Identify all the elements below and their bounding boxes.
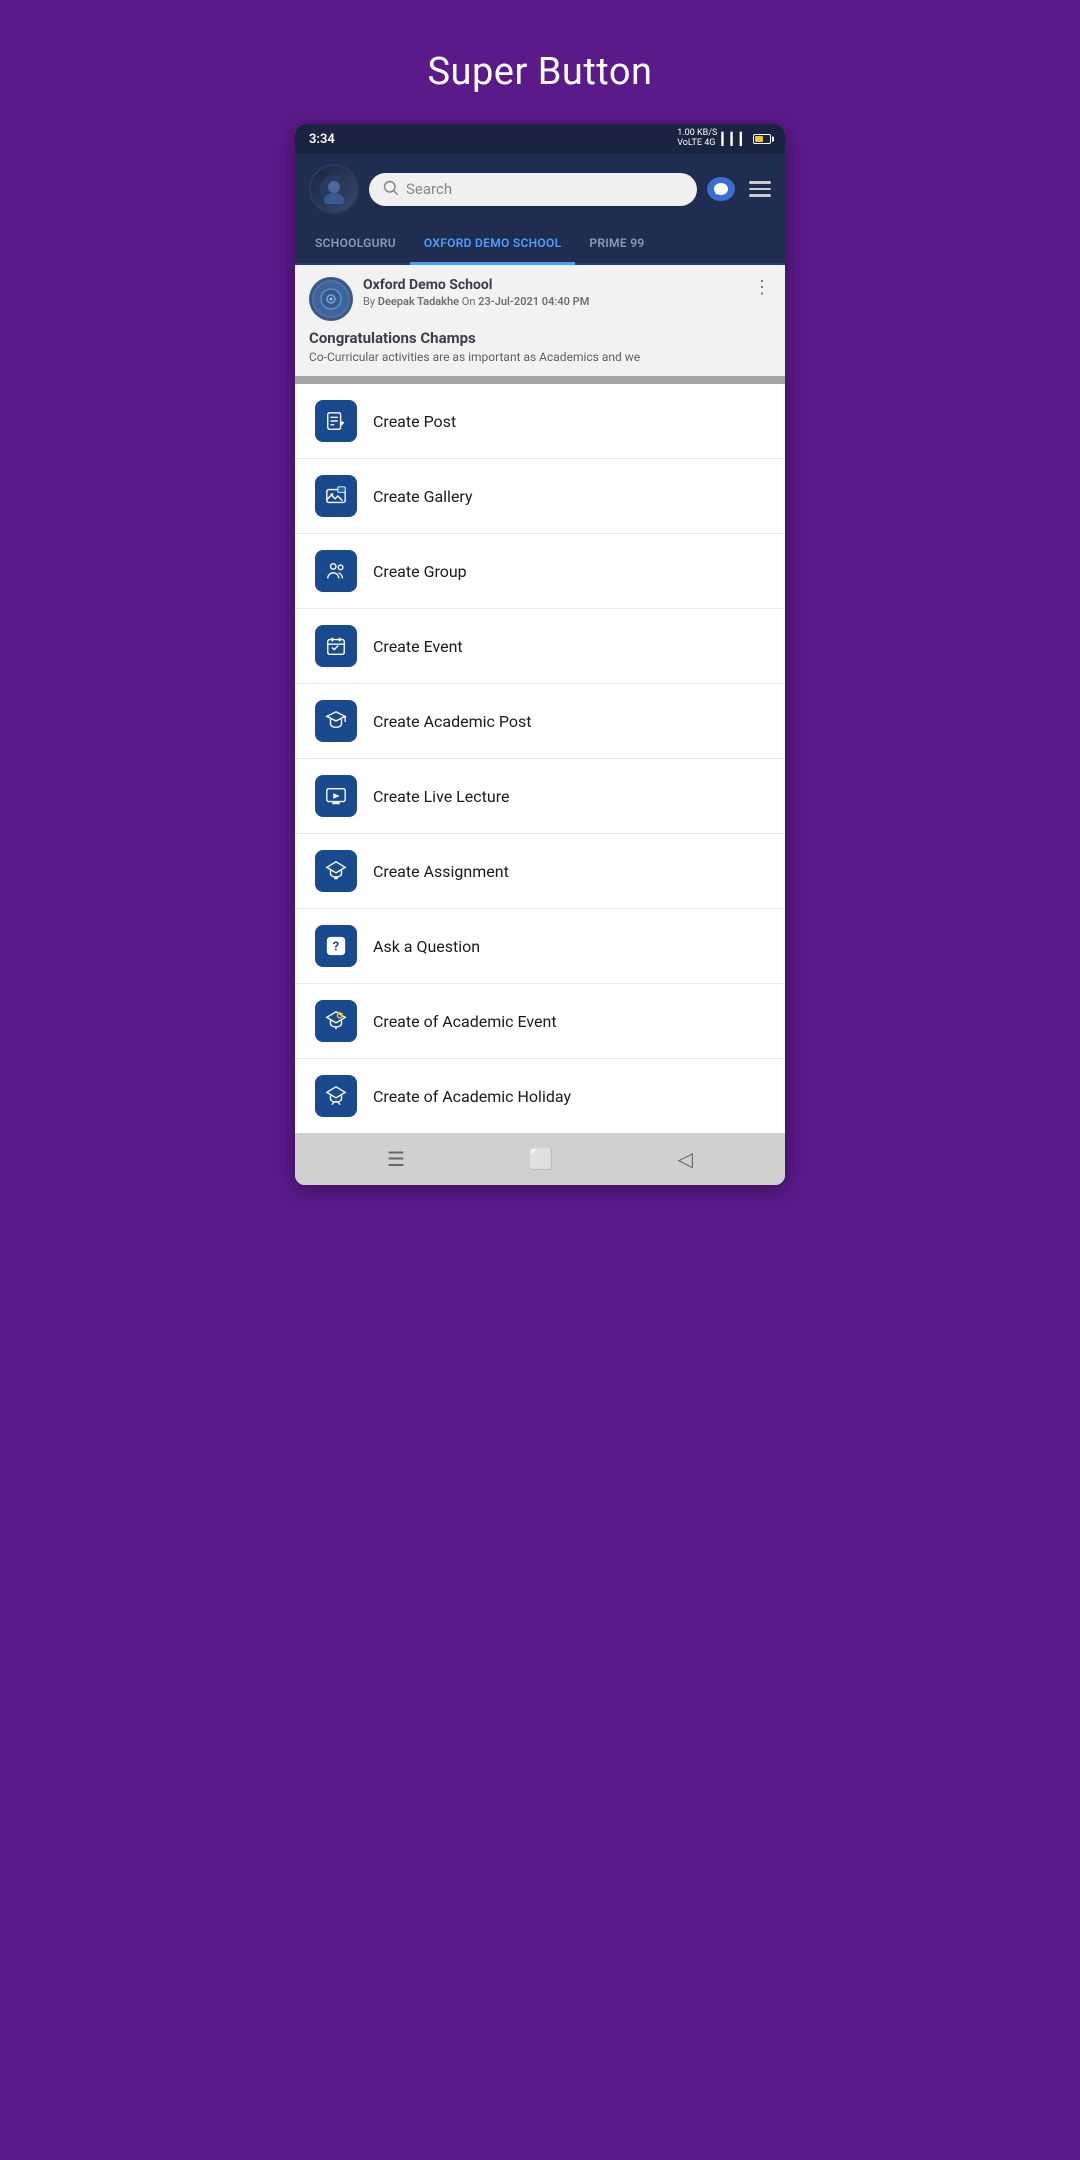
status-right: 1.00 KB/S VoLTE 4G ▎▎▎ (677, 129, 771, 149)
super-button-menu: Create Post Create Gallery Create Group Cre… (295, 384, 785, 1133)
menu-icon-create-gallery (315, 475, 357, 517)
menu-item-create-post[interactable]: Create Post (295, 384, 785, 459)
app-header: Search (295, 154, 785, 224)
menu-label-create-event: Create Event (373, 637, 463, 656)
menu-icon-create-group (315, 550, 357, 592)
status-time: 3:34 (309, 132, 335, 147)
menu-label-create-academic-post: Create Academic Post (373, 712, 531, 731)
menu-label-create-academic-event: Create of Academic Event (373, 1012, 557, 1031)
bottom-nav-back-button[interactable]: ◁ (678, 1147, 693, 1171)
menu-icon-create-academic-post (315, 700, 357, 742)
battery-icon (753, 134, 771, 144)
menu-label-create-live-lecture: Create Live Lecture (373, 787, 509, 806)
tab-oxford-demo-school[interactable]: OXFORD DEMO SCHOOL (410, 224, 575, 265)
menu-icon-create-academic-holiday (315, 1075, 357, 1117)
bottom-nav-home-button[interactable]: ⬜ (529, 1147, 554, 1171)
search-bar[interactable]: Search (369, 173, 697, 206)
status-speed: 1.00 KB/S VoLTE 4G (677, 129, 717, 149)
post-card: Oxford Demo School By Deepak Tadakhe On … (295, 265, 785, 376)
menu-label-create-gallery: Create Gallery (373, 487, 473, 506)
avatar-image (311, 166, 357, 212)
signal-bars-icon: ▎▎▎ (721, 132, 749, 146)
post-title: Congratulations Champs (309, 329, 771, 347)
school-avatar (309, 277, 353, 321)
menu-item-create-assignment[interactable]: Create Assignment (295, 834, 785, 909)
menu-label-create-assignment: Create Assignment (373, 862, 509, 881)
search-placeholder: Search (406, 180, 452, 198)
menu-item-create-live-lecture[interactable]: Create Live Lecture (295, 759, 785, 834)
page-title: Super Button (427, 50, 652, 94)
tab-row: SCHOOLGURU OXFORD DEMO SCHOOL PRIME 99 (295, 224, 785, 265)
header-actions (707, 177, 771, 201)
chat-icon[interactable] (707, 177, 735, 201)
phone-frame: 3:34 1.00 KB/S VoLTE 4G ▎▎▎ (295, 124, 785, 1185)
post-school-name: Oxford Demo School (363, 277, 743, 293)
menu-icon-create-academic-event (315, 1000, 357, 1042)
menu-item-create-gallery[interactable]: Create Gallery (295, 459, 785, 534)
post-meta: By Deepak Tadakhe On 23-Jul-2021 04:40 P… (363, 295, 743, 308)
menu-item-create-academic-holiday[interactable]: Create of Academic Holiday (295, 1059, 785, 1133)
overlay-background (295, 376, 785, 384)
school-logo (312, 280, 350, 318)
battery-fill (755, 136, 763, 142)
menu-item-ask-question[interactable]: ? Ask a Question (295, 909, 785, 984)
bottom-nav-menu-button[interactable]: ☰ (387, 1147, 405, 1171)
menu-label-ask-question: Ask a Question (373, 937, 480, 956)
menu-icon-ask-question: ? (315, 925, 357, 967)
menu-item-create-academic-post[interactable]: Create Academic Post (295, 684, 785, 759)
menu-label-create-post: Create Post (373, 412, 456, 431)
outer-container: Super Button 3:34 1.00 KB/S VoLTE 4G ▎▎▎ (270, 20, 810, 1185)
menu-item-create-event[interactable]: Create Event (295, 609, 785, 684)
menu-label-create-academic-holiday: Create of Academic Holiday (373, 1087, 571, 1106)
menu-label-create-group: Create Group (373, 562, 467, 581)
menu-icon-create-event (315, 625, 357, 667)
avatar[interactable] (309, 164, 359, 214)
menu-icon-create-post (315, 400, 357, 442)
post-excerpt: Co-Curricular activities are as importan… (309, 350, 771, 364)
menu-icon-create-assignment (315, 850, 357, 892)
menu-item-create-group[interactable]: Create Group (295, 534, 785, 609)
menu-icon-create-live-lecture (315, 775, 357, 817)
menu-item-create-academic-event[interactable]: Create of Academic Event (295, 984, 785, 1059)
post-options-button[interactable]: ⋮ (753, 277, 771, 298)
bottom-nav: ☰ ⬜ ◁ (295, 1133, 785, 1185)
status-bar: 3:34 1.00 KB/S VoLTE 4G ▎▎▎ (295, 124, 785, 154)
tab-schoolguru[interactable]: SCHOOLGURU (301, 224, 410, 263)
post-header: Oxford Demo School By Deepak Tadakhe On … (309, 277, 771, 321)
search-icon (383, 180, 398, 199)
hamburger-menu-icon[interactable] (749, 181, 771, 197)
post-info: Oxford Demo School By Deepak Tadakhe On … (363, 277, 743, 308)
svg-text:?: ? (333, 940, 339, 955)
tab-prime99[interactable]: PRIME 99 (575, 224, 658, 263)
